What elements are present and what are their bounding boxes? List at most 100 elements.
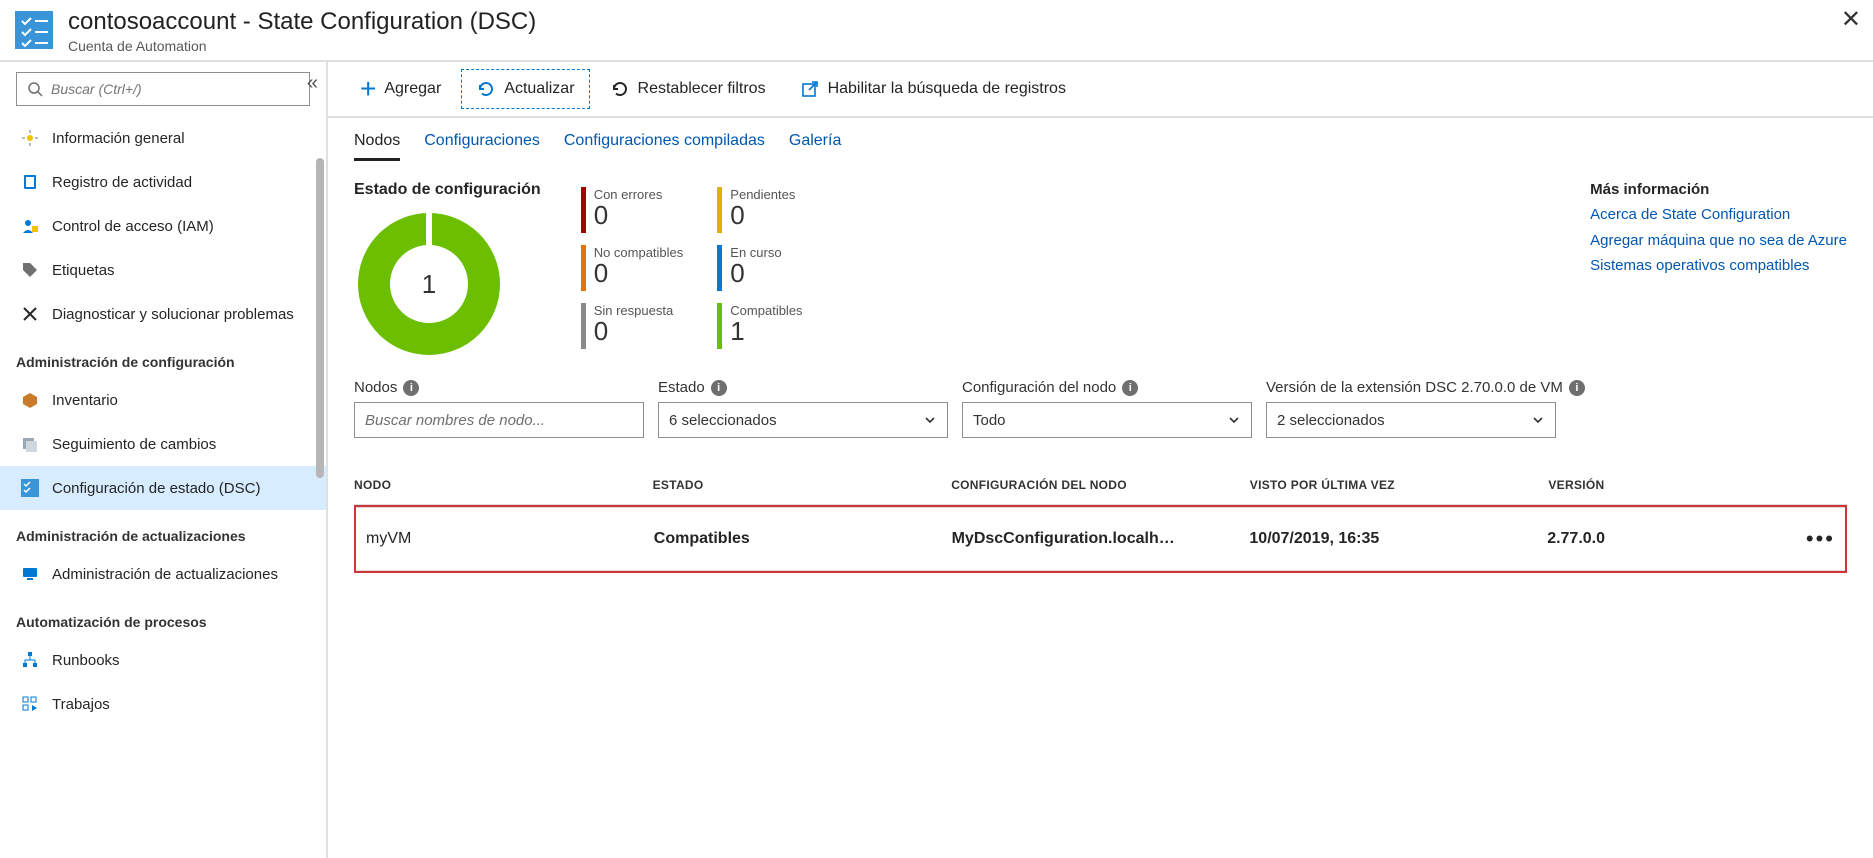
nav-label: Trabajos (52, 696, 110, 713)
resource-icon (12, 8, 56, 52)
reset-label: Restablecer filtros (638, 80, 766, 98)
refresh-icon (476, 79, 496, 99)
nav-access-control[interactable]: Control de acceso (IAM) (16, 204, 310, 248)
tab-nodes[interactable]: Nodos (354, 132, 400, 161)
enable-log-search-button[interactable]: Habilitar la búsqueda de registros (786, 69, 1080, 109)
main-panel: + Agregar Actualizar Restablecer filtros… (328, 62, 1873, 858)
col-state[interactable]: ESTADO (653, 468, 952, 505)
nav-label: Runbooks (52, 652, 120, 669)
filter-nodeconfig-select[interactable]: Todo (962, 402, 1252, 438)
page-title: contosoaccount - State Configuration (DS… (68, 8, 536, 36)
info-link-os[interactable]: Sistemas operativos compatibles (1590, 253, 1847, 279)
info-heading: Más información (1590, 181, 1847, 198)
filter-nodeconfig-label: Configuración del nodo (962, 379, 1116, 396)
nav-state-dsc[interactable]: Configuración de estado (DSC) (0, 466, 326, 510)
status-heading: Estado de configuración (354, 181, 541, 199)
tools-icon (16, 305, 44, 323)
stat-compatible: Compatibles1 (717, 303, 802, 349)
nav-heading-config: Administración de configuración (16, 354, 310, 370)
info-icon[interactable]: i (1569, 380, 1585, 396)
filter-state-label: Estado (658, 379, 705, 396)
nav-overview[interactable]: Información general (16, 116, 310, 160)
tag-icon (16, 261, 44, 279)
filter-nodes-label: Nodos (354, 379, 397, 396)
highlighted-row: myVM Compatibles MyDscConfiguration.loca… (354, 505, 1847, 573)
plus-icon: + (360, 75, 376, 103)
enable-log-label: Habilitar la búsqueda de registros (828, 80, 1066, 98)
stat-pending: Pendientes0 (717, 187, 802, 233)
grid-play-icon (16, 695, 44, 713)
stat-errors: Con errores0 (581, 187, 684, 233)
sidebar: « Información general Registro de activi… (0, 62, 328, 858)
reset-icon (610, 79, 630, 99)
table-row[interactable]: myVM Compatibles MyDscConfiguration.loca… (356, 508, 1845, 571)
info-icon[interactable]: i (403, 380, 419, 396)
nav-jobs[interactable]: Trabajos (16, 682, 310, 726)
refresh-button[interactable]: Actualizar (461, 69, 589, 109)
reset-filters-button[interactable]: Restablecer filtros (596, 69, 780, 109)
sidebar-search[interactable] (16, 72, 310, 106)
stack-icon (16, 435, 44, 453)
sparkle-icon (16, 129, 44, 147)
log-icon (16, 173, 44, 191)
external-link-icon (800, 79, 820, 99)
search-icon (27, 81, 43, 97)
sidebar-scrollbar[interactable] (316, 158, 324, 478)
nav-heading-updates: Administración de actualizaciones (16, 528, 310, 544)
monitor-icon (16, 565, 44, 583)
add-button[interactable]: + Agregar (346, 69, 455, 109)
cell-version: 2.77.0.0 (1547, 508, 1800, 571)
filter-row: Nodosi Buscar nombres de nodo... Estadoi… (354, 379, 1847, 438)
info-icon[interactable]: i (711, 380, 727, 396)
nav-label: Registro de actividad (52, 174, 192, 191)
toolbar: + Agregar Actualizar Restablecer filtros… (328, 62, 1873, 118)
tabs: Nodos Configuraciones Configuraciones co… (354, 132, 1847, 161)
nav-runbooks[interactable]: Runbooks (16, 638, 310, 682)
person-icon (16, 217, 44, 235)
cell-config: MyDscConfiguration.localh… (952, 508, 1250, 571)
nav-label: Información general (52, 130, 185, 147)
nav-activity-log[interactable]: Registro de actividad (16, 160, 310, 204)
filter-state-select[interactable]: 6 seleccionados (658, 402, 948, 438)
nav-update-mgmt[interactable]: Administración de actualizaciones (16, 552, 310, 596)
tab-configurations[interactable]: Configuraciones (424, 132, 540, 161)
row-menu-button[interactable]: ••• (1806, 526, 1835, 551)
flow-icon (16, 651, 44, 669)
collapse-sidebar-icon[interactable]: « (307, 72, 318, 95)
nav-heading-process: Automatización de procesos (16, 614, 310, 630)
info-icon[interactable]: i (1122, 380, 1138, 396)
refresh-label: Actualizar (504, 80, 574, 98)
col-lastseen[interactable]: VISTO POR ÚLTIMA VEZ (1250, 468, 1549, 505)
sidebar-search-input[interactable] (51, 81, 299, 97)
stat-noresponse: Sin respuesta0 (581, 303, 684, 349)
page-header: contosoaccount - State Configuration (DS… (0, 0, 1873, 62)
nav-label: Seguimiento de cambios (52, 436, 216, 453)
cell-state: Compatibles (654, 508, 952, 571)
nav-inventory[interactable]: Inventario (16, 378, 310, 422)
box-icon (16, 391, 44, 409)
filter-nodes-input[interactable]: Buscar nombres de nodo... (354, 402, 644, 438)
nav-label: Etiquetas (52, 262, 115, 279)
filter-version-select[interactable]: 2 seleccionados (1266, 402, 1556, 438)
col-config[interactable]: CONFIGURACIÓN DEL NODO (951, 468, 1250, 505)
nav-label: Administración de actualizaciones (52, 566, 278, 583)
nodes-table: NODO ESTADO CONFIGURACIÓN DEL NODO VISTO… (354, 468, 1847, 573)
status-cards: Con errores0 Pendientes0 No compatibles0… (581, 187, 803, 349)
add-label: Agregar (384, 80, 441, 98)
nav-label: Inventario (52, 392, 118, 409)
nav-diagnose[interactable]: Diagnosticar y solucionar problemas (16, 292, 310, 336)
close-button[interactable]: ✕ (1841, 8, 1861, 32)
info-link-add-machine[interactable]: Agregar máquina que no sea de Azure (1590, 228, 1847, 254)
info-link-about[interactable]: Acerca de State Configuration (1590, 202, 1847, 228)
tab-compiled-configs[interactable]: Configuraciones compiladas (564, 132, 765, 161)
stat-noncompat: No compatibles0 (581, 245, 684, 291)
nav-change-tracking[interactable]: Seguimiento de cambios (16, 422, 310, 466)
cell-node: myVM (356, 508, 654, 571)
checklist-icon (16, 479, 44, 497)
col-node[interactable]: NODO (354, 468, 653, 505)
nav-tags[interactable]: Etiquetas (16, 248, 310, 292)
chevron-down-icon (923, 413, 937, 427)
col-version[interactable]: VERSIÓN (1548, 468, 1802, 505)
tab-gallery[interactable]: Galería (789, 132, 841, 161)
nav-label: Control de acceso (IAM) (52, 218, 214, 235)
